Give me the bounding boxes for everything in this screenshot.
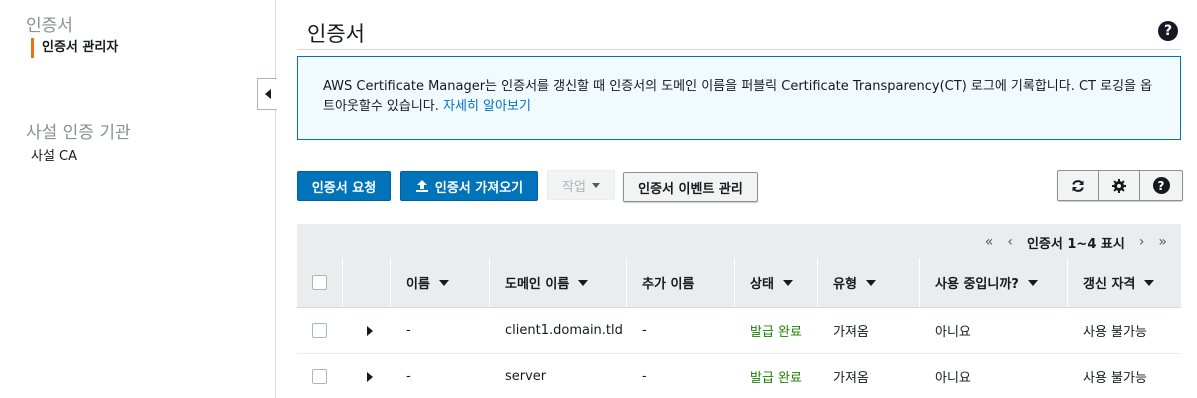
row-select-cell [297, 308, 343, 353]
gear-icon [1112, 178, 1126, 193]
table-row[interactable]: - server - 발급 완료 가져옴 아니요 사용 불가능 [297, 354, 1181, 398]
table-row[interactable]: - client1.domain.tld - 발급 완료 가져옴 아니요 사용 … [297, 308, 1181, 354]
button-label: 인증서 이벤트 관리 [638, 181, 743, 197]
help-button[interactable]: ? [1140, 171, 1182, 200]
column-header-label: 상태 [750, 277, 774, 292]
row-expand-cell [343, 354, 391, 398]
actions-dropdown[interactable]: 작업 [547, 170, 615, 200]
cell-renewal: 사용 불가능 [1083, 371, 1147, 386]
cell-name: - [406, 369, 411, 384]
column-header-label: 이름 [406, 277, 430, 292]
refresh-icon [1072, 179, 1084, 192]
collapse-sidebar-button[interactable] [257, 78, 277, 110]
column-header-status[interactable]: 상태 [735, 258, 818, 307]
help-icon: ? [1152, 177, 1170, 194]
upload-icon [415, 180, 428, 192]
row-select-cell [297, 354, 343, 398]
settings-button[interactable] [1099, 171, 1140, 200]
sort-icon [1144, 279, 1155, 286]
page-title: 인증서 [307, 22, 365, 46]
cell-type: 가져옴 [833, 325, 869, 340]
sort-icon [578, 279, 589, 286]
cell-additional: - [642, 369, 647, 384]
refresh-button[interactable] [1058, 171, 1099, 200]
expand-icon[interactable] [367, 371, 373, 382]
sidebar-section-title[interactable]: 인증서 [26, 11, 73, 36]
cell-renewal: 사용 불가능 [1083, 325, 1147, 340]
cell-additional: - [642, 323, 647, 338]
sort-icon [782, 279, 793, 286]
caret-down-icon [591, 182, 600, 188]
request-certificate-button[interactable]: 인증서 요청 [297, 171, 391, 201]
button-label: 인증서 요청 [311, 180, 377, 196]
certificates-table: « ‹ 인증서 1~4 표시 › » 이름 도메인 이름 추가 이름 상태 유형… [297, 224, 1181, 398]
cell-status: 발급 완료 [750, 371, 802, 386]
column-header-label: 갱신 자격 [1083, 277, 1136, 292]
prev-page-icon[interactable]: ‹ [1007, 234, 1013, 250]
table-header: 이름 도메인 이름 추가 이름 상태 유형 사용 중입니까? 갱신 자격 [297, 258, 1181, 308]
pagination-bar: « ‹ 인증서 1~4 표시 › » [297, 224, 1181, 258]
expand-icon[interactable] [367, 325, 373, 336]
sidebar-item-private-ca[interactable]: 사설 CA [31, 145, 77, 164]
cell-in-use: 아니요 [935, 371, 971, 386]
row-checkbox[interactable] [312, 369, 327, 384]
column-header-type[interactable]: 유형 [818, 258, 920, 307]
learn-more-link[interactable]: 자세히 알아보기 [443, 99, 531, 114]
row-checkbox[interactable] [312, 323, 327, 338]
pagination: « ‹ 인증서 1~4 표시 › » [985, 225, 1167, 259]
column-header-in-use[interactable]: 사용 중입니까? [920, 258, 1068, 307]
row-expand-cell [343, 308, 391, 353]
cell-domain: client1.domain.tld [505, 323, 623, 338]
select-all-checkbox[interactable] [312, 275, 327, 290]
cell-type: 가져옴 [833, 371, 869, 386]
sort-icon [438, 279, 449, 286]
chevron-left-icon [264, 89, 271, 99]
first-page-icon[interactable]: « [985, 234, 994, 250]
column-header-renewal[interactable]: 갱신 자격 [1068, 258, 1181, 307]
table-tools: ? [1057, 170, 1183, 201]
select-all-cell [297, 258, 343, 307]
sidebar: 인증서 인증서 관리자 사설 인증 기관 사설 CA [0, 0, 276, 398]
sort-icon [865, 279, 876, 286]
next-page-icon[interactable]: › [1139, 234, 1145, 250]
column-header-label: 사용 중입니까? [935, 277, 1019, 292]
help-icon[interactable]: ? [1158, 21, 1178, 41]
column-header-name[interactable]: 이름 [391, 258, 490, 307]
manage-events-button[interactable]: 인증서 이벤트 관리 [623, 172, 758, 202]
sort-icon [1027, 279, 1038, 286]
cell-domain: server [505, 369, 547, 384]
column-header-domain[interactable]: 도메인 이름 [490, 258, 627, 307]
divider [297, 49, 1181, 50]
sidebar-item-certificate-manager[interactable]: 인증서 관리자 [31, 38, 118, 58]
column-header-label: 도메인 이름 [505, 277, 570, 292]
cell-name: - [406, 323, 411, 338]
last-page-icon[interactable]: » [1158, 234, 1167, 250]
column-header-label: 추가 이름 [642, 277, 695, 292]
info-alert: AWS Certificate Manager는 인증서를 갱신할 때 인증서의… [297, 56, 1181, 140]
sidebar-section-title[interactable]: 사설 인증 기관 [26, 118, 131, 143]
column-header-label: 유형 [833, 277, 857, 292]
cell-status: 발급 완료 [750, 325, 802, 340]
button-label: 인증서 가져오기 [434, 180, 524, 196]
button-label: 작업 [562, 179, 586, 195]
expand-header-cell [343, 258, 391, 307]
column-header-additional-names: 추가 이름 [627, 258, 735, 307]
pagination-text: 인증서 1~4 표시 [1026, 236, 1125, 252]
cell-in-use: 아니요 [935, 325, 971, 340]
import-certificate-button[interactable]: 인증서 가져오기 [400, 171, 538, 201]
